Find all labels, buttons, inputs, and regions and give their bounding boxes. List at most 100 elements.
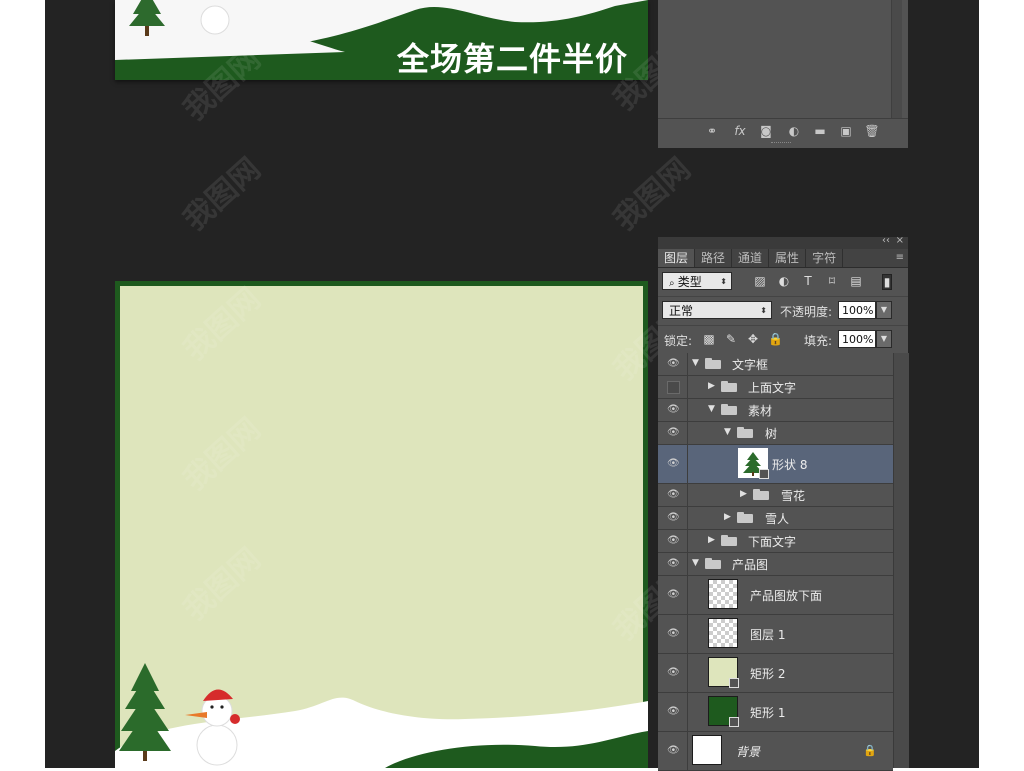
panel-menu-icon[interactable]: ≡	[892, 249, 908, 267]
visibility-toggle[interactable]: 👁	[658, 445, 688, 483]
link-icon[interactable]: ⚭	[704, 123, 720, 139]
layer-row-selected[interactable]: 👁 形状 8	[658, 445, 893, 484]
fx-icon[interactable]: fx	[732, 123, 748, 139]
folder-icon	[737, 512, 753, 523]
adjustment-filter-icon[interactable]: ◐	[777, 274, 791, 288]
layer-row[interactable]: 👁 ▼ 树	[658, 422, 893, 445]
layer-thumbnail	[708, 579, 738, 609]
lock-all-icon[interactable]: 🔒	[768, 332, 783, 346]
layer-row[interactable]: 👁 背景 🔒	[658, 732, 893, 771]
opacity-slider-button[interactable]: ▼	[876, 301, 892, 319]
layer-thumbnail	[708, 657, 739, 688]
layer-row[interactable]: 👁 矩形 1	[658, 693, 893, 732]
mask-icon[interactable]: ◙	[758, 123, 774, 139]
panel-resize-grip[interactable]	[771, 142, 791, 146]
search-icon: ⌕	[669, 278, 678, 289]
layer-name: 背景	[736, 745, 761, 759]
expand-arrow-icon[interactable]: ▼	[692, 558, 702, 568]
tab-layers[interactable]: 图层	[658, 249, 696, 267]
layer-thumbnail	[708, 618, 738, 648]
expand-arrow-icon[interactable]: ▼	[724, 427, 734, 437]
watermark: 我图网	[607, 151, 698, 238]
visibility-toggle[interactable]: 👁	[658, 530, 688, 552]
top-panel-scrollbar[interactable]	[891, 0, 902, 118]
pixel-filter-icon[interactable]: ▨	[753, 274, 767, 288]
eye-icon: 👁	[667, 745, 680, 756]
lock-paint-icon[interactable]: ✎	[724, 332, 738, 346]
new-layer-icon[interactable]: ▣	[838, 123, 854, 139]
shape-filter-icon[interactable]: ⌑	[825, 274, 839, 288]
visibility-toggle[interactable]: 👁	[658, 576, 688, 614]
opacity-input[interactable]: 100%	[838, 301, 876, 319]
collapse-arrow-icon[interactable]: ▶	[708, 381, 718, 391]
blend-mode-label: 正常	[669, 304, 694, 318]
visibility-toggle[interactable]	[658, 376, 688, 398]
layer-row[interactable]: 👁 ▼ 产品图	[658, 553, 893, 576]
visibility-toggle[interactable]: 👁	[658, 654, 688, 692]
collapse-arrow-icon[interactable]: ▶	[708, 535, 718, 545]
layer-row[interactable]: 👁 矩形 2	[658, 654, 893, 693]
eye-icon: 👁	[667, 628, 680, 639]
layer-row[interactable]: ▶ 上面文字	[658, 376, 893, 399]
eye-icon: 👁	[667, 512, 680, 523]
visibility-toggle[interactable]: 👁	[658, 553, 688, 575]
folder-icon	[753, 489, 769, 500]
layer-name: 雪花	[781, 489, 806, 503]
layer-name: 矩形 2	[750, 667, 786, 681]
folder-icon[interactable]: ▬	[812, 123, 828, 139]
layer-row[interactable]: 👁 ▼ 文字框	[658, 353, 893, 376]
fill-slider-button[interactable]: ▼	[876, 330, 892, 348]
smart-object-filter-icon[interactable]: ▤	[849, 274, 863, 288]
tab-channels[interactable]: 通道	[732, 249, 770, 267]
eye-icon: 👁	[667, 706, 680, 717]
visibility-toggle[interactable]: 👁	[658, 422, 688, 444]
expand-arrow-icon[interactable]: ▼	[708, 404, 718, 414]
collapse-icon[interactable]: ‹‹	[882, 235, 890, 246]
fill-label: 填充:	[804, 334, 833, 348]
visibility-toggle[interactable]: 👁	[658, 353, 688, 375]
layer-row[interactable]: 👁 ▶ 下面文字	[658, 530, 893, 553]
folder-icon	[705, 358, 721, 369]
visibility-toggle[interactable]: 👁	[658, 484, 688, 506]
folder-icon	[721, 404, 737, 415]
layer-row[interactable]: 👁 ▼ 素材	[658, 399, 893, 422]
tab-properties[interactable]: 属性	[769, 249, 807, 267]
layer-row[interactable]: 👁 ▶ 雪人	[658, 507, 893, 530]
blend-mode-select[interactable]: 正常 ⬍	[662, 301, 772, 319]
filter-row: ⌕ 类型 ⬍ ▨ ◐ T ⌑ ▤ ▮	[658, 268, 908, 297]
trash-icon[interactable]: 🗑	[864, 123, 880, 139]
visibility-toggle[interactable]: 👁	[658, 615, 688, 653]
close-icon[interactable]: ×	[896, 235, 904, 246]
layer-name: 产品图	[732, 558, 769, 572]
lock-row: 锁定: ▩ ✎ ✥ 🔒 填充: 100% ▼	[658, 326, 908, 355]
layers-scrollbar[interactable]	[893, 353, 909, 768]
lock-transparency-icon[interactable]: ▩	[702, 332, 716, 346]
filter-toggle-icon[interactable]: ▮	[882, 274, 892, 290]
type-filter-icon[interactable]: T	[801, 274, 815, 288]
chevron-down-icon: ⬍	[720, 277, 727, 286]
layer-row[interactable]: 👁 图层 1	[658, 615, 893, 654]
visibility-toggle[interactable]: 👁	[658, 507, 688, 529]
layer-row[interactable]: 👁 产品图放下面	[658, 576, 893, 615]
shape-badge-icon	[759, 469, 769, 479]
collapse-arrow-icon[interactable]: ▶	[740, 489, 750, 499]
layer-row[interactable]: 👁 ▶ 雪花	[658, 484, 893, 507]
collapse-arrow-icon[interactable]: ▶	[724, 512, 734, 522]
lock-position-icon[interactable]: ✥	[746, 332, 760, 346]
banner-artwork: 全场第二件半价	[115, 0, 648, 80]
fill-input[interactable]: 100%	[838, 330, 876, 348]
panel-tabs: 图层 路径 通道 属性 字符 ≡	[658, 249, 908, 268]
visibility-toggle[interactable]: 👁	[658, 732, 688, 770]
visibility-toggle[interactable]: 👁	[658, 693, 688, 731]
layer-name: 图层 1	[750, 628, 786, 642]
tab-paths[interactable]: 路径	[695, 249, 733, 267]
eye-icon: 👁	[667, 589, 680, 600]
visibility-toggle[interactable]: 👁	[658, 399, 688, 421]
eye-icon: 👁	[667, 558, 680, 569]
layer-name: 文字框	[732, 358, 769, 372]
filter-kind-select[interactable]: ⌕ 类型 ⬍	[662, 272, 732, 290]
tab-character[interactable]: 字符	[806, 249, 844, 267]
adjustment-icon[interactable]: ◐	[786, 123, 802, 139]
expand-arrow-icon[interactable]: ▼	[692, 358, 702, 368]
layer-name: 上面文字	[748, 381, 797, 395]
